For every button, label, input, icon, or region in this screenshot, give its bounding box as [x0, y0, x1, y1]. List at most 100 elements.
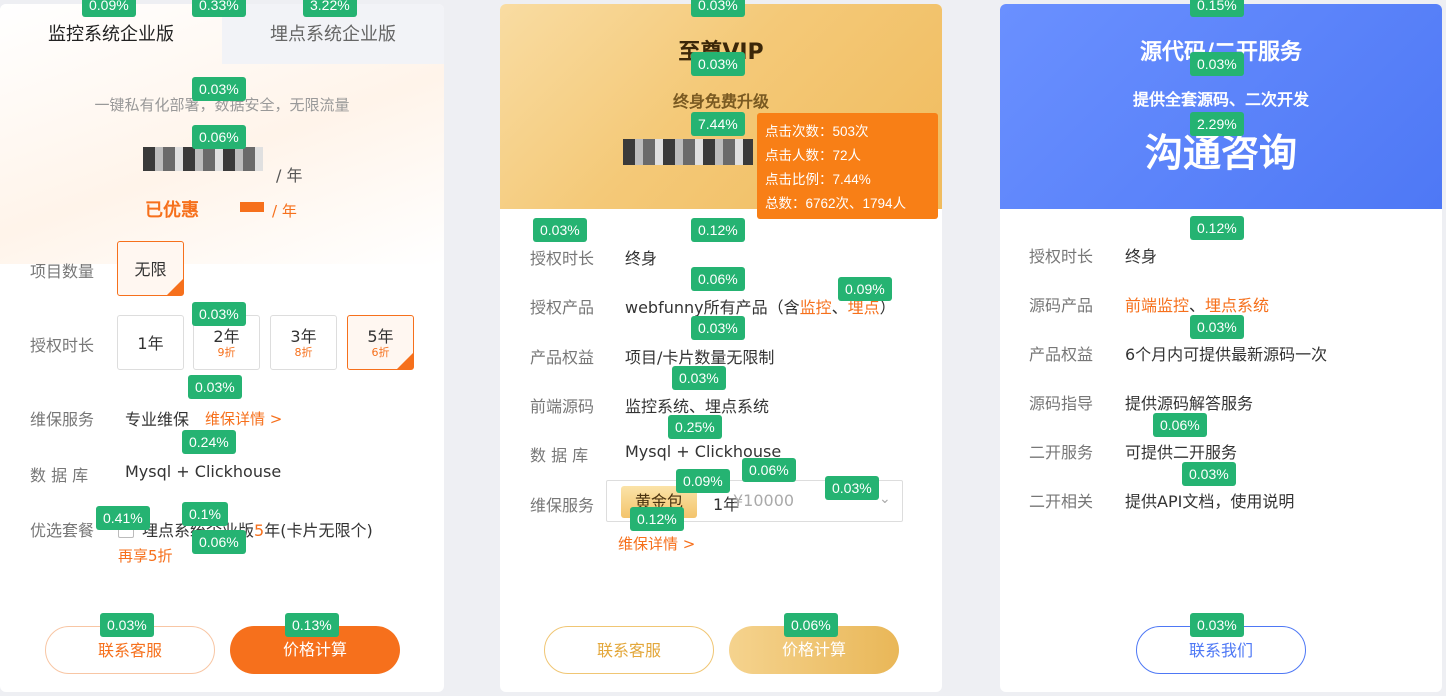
discount-blurred	[240, 202, 264, 212]
click-rate-badge: 7.44%	[691, 112, 745, 136]
benefit-value: 6个月内可提供最新源码一次	[1125, 345, 1328, 364]
duration-option-label: 5年	[367, 327, 394, 346]
click-rate-badge: 0.1%	[182, 502, 228, 526]
database-value: Mysql + Clickhouse	[125, 462, 282, 481]
tooltip-clicks: 点击次数：503次	[765, 124, 869, 139]
duration-label: 授权时长	[530, 249, 595, 268]
click-rate-badge: 0.03%	[192, 77, 246, 101]
click-rate-badge: 0.06%	[691, 267, 745, 291]
click-rate-badge: 0.06%	[192, 125, 246, 149]
click-rate-badge: 0.03%	[1182, 462, 1236, 486]
package-years: 5	[254, 521, 265, 540]
check-icon: ✓	[397, 353, 428, 369]
maintenance-label: 维保服务	[530, 496, 595, 515]
click-rate-badge: 0.03%	[192, 302, 246, 326]
click-rate-badge: 2.29%	[1190, 112, 1244, 136]
package-value: 埋点系统企业版5年(卡片无限个)	[142, 517, 373, 541]
dev-related-value: 提供API文档，使用说明	[1125, 492, 1295, 511]
click-rate-badge: 0.03%	[1190, 315, 1244, 339]
click-rate-badge: 0.03%	[533, 218, 587, 242]
duration-option-discount: 8折	[294, 346, 313, 359]
database-label: 数 据 库	[30, 466, 89, 485]
dev-service-label: 二开服务	[1029, 443, 1094, 462]
package-suffix: 年(卡片无限个)	[264, 521, 373, 540]
tooltip-total: 总数：6762次、1794人	[765, 196, 907, 211]
duration-option-5y[interactable]: 5年 6折 ✓	[347, 315, 428, 370]
enterprise-card: 监控系统企业版 埋点系统企业版 一键私有化部署，数据安全，无限流量 / 年 已优…	[0, 4, 444, 692]
source-label: 前端源码	[530, 397, 595, 416]
price-blurred	[143, 147, 263, 171]
benefit-value: 项目/卡片数量无限制	[625, 348, 775, 367]
product-label: 授权产品	[530, 298, 595, 317]
source-subtitle: 提供全套源码、二次开发	[1132, 90, 1309, 109]
package-label: 优选套餐	[30, 521, 95, 540]
maintenance-detail-link[interactable]: 维保详情 >	[205, 408, 282, 429]
duration-label: 授权时长	[30, 336, 95, 355]
duration-option-label: 1年	[137, 334, 164, 353]
project-count-option[interactable]: 无限 ✓	[117, 241, 198, 296]
package-extra-discount: 再享5折	[118, 547, 173, 565]
tooltip-users: 点击人数：72人	[765, 148, 862, 163]
click-rate-badge: 0.33%	[192, 0, 246, 17]
source-product-value: 前端监控、埋点系统	[1125, 292, 1269, 316]
source-value: 监控系统、埋点系统	[625, 397, 770, 416]
vip-price-blurred	[623, 139, 753, 165]
duration-value: 终身	[1125, 247, 1158, 266]
click-rate-badge: 0.12%	[630, 507, 684, 531]
product-text: webfunny所有产品（含	[625, 298, 800, 317]
vip-card: 至尊VIP 终身免费升级 授权时长 终身 授权产品 webfunny所有产品（含…	[500, 4, 942, 692]
click-rate-badge: 0.03%	[691, 0, 745, 17]
guide-value: 提供源码解答服务	[1125, 394, 1254, 413]
price-unit: / 年	[276, 166, 303, 185]
click-rate-badge: 0.03%	[825, 476, 879, 500]
click-rate-badge: 0.09%	[82, 0, 136, 17]
tooltip-ratio: 点击比例：7.44%	[765, 172, 871, 187]
click-rate-badge: 0.06%	[742, 458, 796, 482]
duration-option-3y[interactable]: 3年 8折	[270, 315, 337, 370]
contact-service-button[interactable]: 联系客服	[544, 626, 714, 674]
click-rate-badge: 0.03%	[1190, 613, 1244, 637]
click-rate-badge: 0.09%	[838, 277, 892, 301]
discount-label: 已优惠	[145, 200, 199, 221]
dev-related-label: 二开相关	[1029, 492, 1094, 511]
click-rate-badge: 3.22%	[303, 0, 357, 17]
chevron-down-icon: ⌄	[879, 491, 891, 507]
discount-unit: / 年	[272, 202, 297, 220]
maintenance-label: 维保服务	[30, 410, 95, 429]
click-rate-badge: 0.09%	[676, 469, 730, 493]
click-rate-badge: 0.03%	[672, 366, 726, 390]
guide-label: 源码指导	[1029, 394, 1094, 413]
duration-option-label: 3年	[290, 327, 317, 346]
click-rate-badge: 0.06%	[784, 613, 838, 637]
duration-label: 授权时长	[1029, 247, 1094, 266]
click-rate-badge: 0.12%	[691, 218, 745, 242]
click-rate-badge: 0.03%	[691, 52, 745, 76]
project-count-label: 项目数量	[30, 262, 95, 281]
click-rate-badge: 0.03%	[100, 613, 154, 637]
click-rate-badge: 0.24%	[182, 430, 236, 454]
project-count-value: 无限	[134, 260, 167, 279]
source-link-tracking[interactable]: 埋点系统	[1205, 296, 1269, 315]
click-rate-badge: 0.06%	[192, 530, 246, 554]
click-rate-badge: 0.03%	[691, 316, 745, 340]
duration-option-1y[interactable]: 1年	[117, 315, 184, 370]
maintenance-detail-link[interactable]: 维保详情 >	[618, 533, 695, 554]
duration-value: 终身	[625, 249, 658, 268]
click-stats-tooltip: 点击次数：503次 点击人数：72人 点击比例：7.44% 总数：6762次、1…	[757, 113, 938, 219]
duration-option-label: 2年	[213, 327, 240, 346]
database-label: 数 据 库	[530, 446, 589, 465]
product-link-monitor[interactable]: 监控	[800, 298, 832, 317]
benefit-label: 产品权益	[530, 348, 595, 367]
click-rate-badge: 0.06%	[1153, 413, 1207, 437]
benefit-label: 产品权益	[1029, 345, 1094, 364]
click-rate-badge: 0.25%	[668, 415, 722, 439]
check-icon: ✓	[167, 279, 198, 295]
maintenance-price: ¥10000	[733, 491, 795, 510]
click-rate-badge: 0.15%	[1190, 0, 1244, 17]
click-rate-badge: 0.03%	[1190, 52, 1244, 76]
duration-option-discount: 9折	[217, 346, 236, 359]
maintenance-value: 专业维保	[125, 410, 190, 429]
vip-subtitle: 终身免费升级	[672, 92, 769, 111]
source-link-monitor[interactable]: 前端监控	[1125, 296, 1189, 315]
click-rate-badge: 0.13%	[285, 613, 339, 637]
